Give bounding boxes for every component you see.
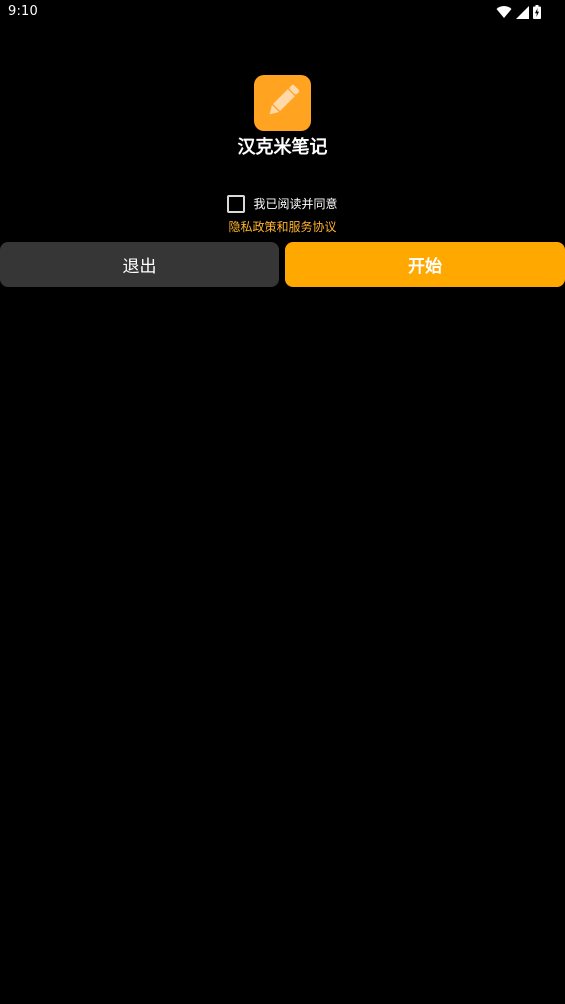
agreement-row: 我已阅读并同意 [0,194,565,214]
cellular-signal-icon [516,5,529,19]
exit-button[interactable]: 退出 [0,242,279,287]
pencil-icon [263,81,303,125]
status-icons [496,4,541,20]
start-button[interactable]: 开始 [285,242,565,287]
agreement-checkbox[interactable] [227,195,246,213]
app-name: 汉克米笔记 [237,137,328,158]
splash-screen: 9:10 汉克米笔记 我已阅读并同意 隐私政策和服务协议 退出 开始 [0,0,565,1004]
battery-charging-icon [533,5,541,19]
privacy-policy-link[interactable]: 隐私政策和服务协议 [0,218,565,236]
status-time: 9:10 [8,4,38,19]
agreement-label: 我已阅读并同意 [253,197,338,211]
wifi-icon [496,5,512,19]
app-icon [254,75,311,131]
status-bar: 9:10 [0,0,565,24]
